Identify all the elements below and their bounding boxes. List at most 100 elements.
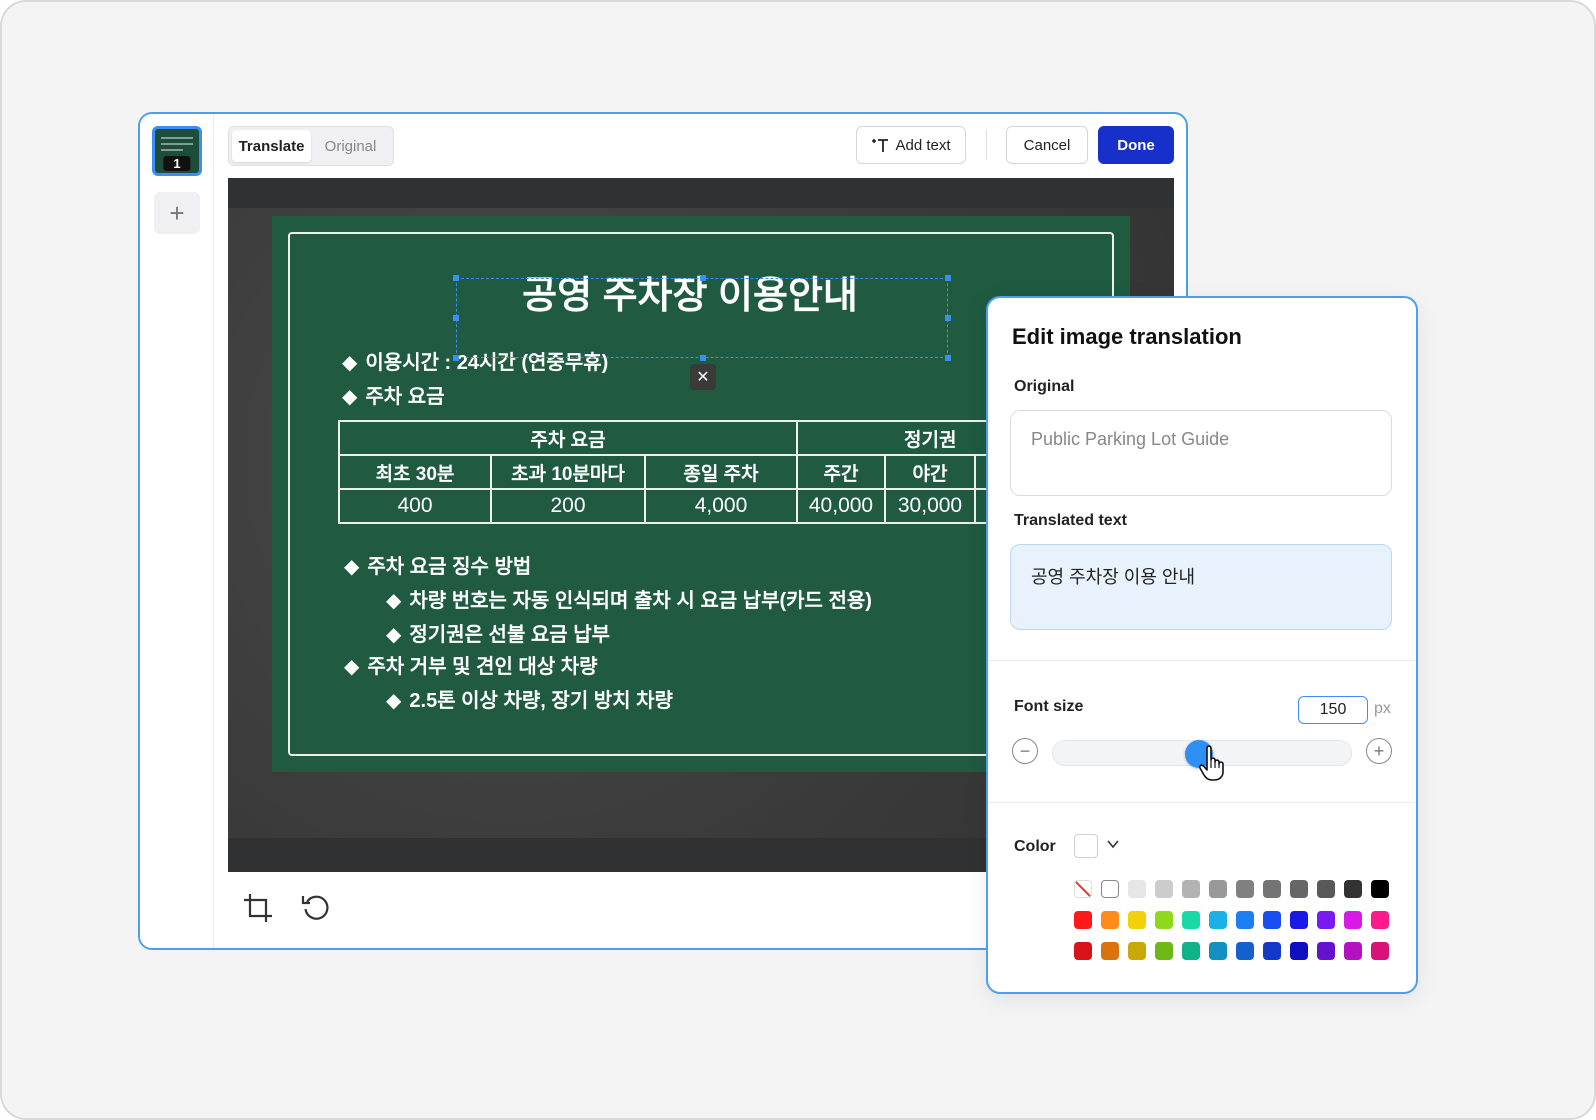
hand-cursor-icon [1198, 745, 1224, 781]
resize-handle[interactable] [700, 355, 706, 361]
original-label: Original [1014, 378, 1075, 395]
chevron-down-icon[interactable] [1106, 838, 1120, 850]
image-tools [240, 890, 334, 926]
resize-handle[interactable] [453, 315, 459, 321]
rotate-button[interactable] [298, 890, 334, 926]
font-size-unit: px [1374, 700, 1391, 717]
sign-method-item: 차량 번호는 자동 인식되며 출차 시 요금 납부(카드 전용) [409, 590, 872, 612]
original-text-field[interactable]: Public Parking Lot Guide [1010, 410, 1392, 496]
color-swatch[interactable] [1317, 880, 1335, 898]
text-selection-box[interactable] [453, 275, 951, 361]
remove-text-button[interactable]: ✕ [690, 364, 716, 390]
color-swatch[interactable] [1155, 911, 1173, 929]
decrease-font-button[interactable]: − [1012, 738, 1038, 764]
add-text-label: Add text [895, 136, 951, 154]
rotate-icon [301, 895, 329, 920]
color-swatch[interactable] [1209, 880, 1227, 898]
done-button[interactable]: Done [1098, 126, 1174, 164]
color-swatch[interactable] [1371, 880, 1389, 898]
color-swatch[interactable] [1182, 942, 1200, 960]
color-swatch[interactable] [1344, 880, 1362, 898]
add-text-button[interactable]: Add text [856, 126, 966, 164]
table-cell: 40,000 [796, 488, 886, 524]
resize-handle[interactable] [945, 275, 951, 281]
color-swatch[interactable] [1263, 911, 1281, 929]
color-swatch[interactable] [1074, 942, 1092, 960]
resize-handle[interactable] [453, 275, 459, 281]
color-swatch[interactable] [1128, 880, 1146, 898]
color-swatch[interactable] [1101, 880, 1119, 898]
font-size-label: Font size [1014, 698, 1084, 715]
sign-method-heading-line: ◆ 주차 요금 징수 방법 [344, 550, 531, 579]
color-swatch[interactable] [1290, 911, 1308, 929]
table-cell: 200 [490, 488, 646, 524]
color-swatch[interactable] [1344, 942, 1362, 960]
color-swatch[interactable] [1074, 911, 1092, 929]
color-swatch[interactable] [1236, 880, 1254, 898]
table-header: 최초 30분 [338, 454, 492, 490]
color-swatch[interactable] [1236, 942, 1254, 960]
color-swatch[interactable] [1101, 942, 1119, 960]
divider [988, 802, 1416, 803]
color-swatch[interactable] [1263, 880, 1281, 898]
color-swatch[interactable] [1101, 911, 1119, 929]
color-swatch[interactable] [1155, 880, 1173, 898]
no-color-swatch[interactable] [1074, 880, 1092, 898]
current-color-swatch[interactable] [1074, 834, 1098, 858]
resize-handle[interactable] [700, 275, 706, 281]
diamond-bullet-icon: ◆ [386, 624, 402, 646]
resize-handle[interactable] [453, 355, 459, 361]
diamond-bullet-icon: ◆ [386, 590, 402, 612]
color-swatch[interactable] [1236, 911, 1254, 929]
diamond-bullet-icon: ◆ [342, 386, 358, 408]
sign-refuse-item: 2.5톤 이상 차량, 장기 방치 차량 [409, 690, 673, 712]
minus-icon: − [1019, 741, 1031, 761]
sign-refuse-item-line: ◆ 2.5톤 이상 차량, 장기 방치 차량 [386, 684, 673, 713]
color-swatch[interactable] [1155, 942, 1173, 960]
color-swatch[interactable] [1263, 942, 1281, 960]
table-cell: 30,000 [884, 488, 976, 524]
color-swatch[interactable] [1371, 942, 1389, 960]
mode-toggle: Translate Original [228, 126, 394, 166]
fee-table: 주차 요금 정기권 최초 30분 초과 10분마다 종일 주차 주간 야간 40… [338, 420, 1098, 524]
diamond-bullet-icon: ◆ [342, 352, 358, 374]
divider [988, 660, 1416, 661]
color-swatch[interactable] [1371, 911, 1389, 929]
tab-translate[interactable]: Translate [232, 130, 311, 162]
diamond-bullet-icon: ◆ [344, 556, 360, 578]
increase-font-button[interactable]: + [1366, 738, 1392, 764]
add-page-button[interactable]: + [154, 192, 200, 234]
toolbar-divider [986, 130, 987, 160]
edit-translation-panel: Edit image translation Original Public P… [986, 296, 1418, 994]
table-group-fee: 주차 요금 [338, 420, 798, 456]
table-header: 주간 [796, 454, 886, 490]
color-swatch[interactable] [1317, 911, 1335, 929]
color-swatch[interactable] [1128, 911, 1146, 929]
translated-text-field[interactable]: 공영 주차장 이용 안내 [1010, 544, 1392, 630]
resize-handle[interactable] [945, 355, 951, 361]
resize-handle[interactable] [945, 315, 951, 321]
color-swatch[interactable] [1344, 911, 1362, 929]
color-swatch[interactable] [1290, 880, 1308, 898]
color-swatch[interactable] [1317, 942, 1335, 960]
table-cell: 4,000 [644, 488, 798, 524]
cancel-button[interactable]: Cancel [1006, 126, 1088, 164]
table-cell: 400 [338, 488, 492, 524]
sign-method-item-line: ◆ 차량 번호는 자동 인식되며 출차 시 요금 납부(카드 전용) [386, 584, 872, 613]
page-thumbnail-1[interactable]: 1 [152, 126, 202, 176]
sign-method-item-line: ◆ 정기권은 선불 요금 납부 [386, 618, 610, 647]
color-swatch[interactable] [1209, 942, 1227, 960]
page-rail: 1 + [140, 114, 214, 948]
color-swatch[interactable] [1128, 942, 1146, 960]
table-header: 초과 10분마다 [490, 454, 646, 490]
crop-button[interactable] [240, 890, 276, 926]
tab-original[interactable]: Original [311, 130, 390, 162]
table-header: 야간 [884, 454, 976, 490]
color-swatch[interactable] [1182, 911, 1200, 929]
font-size-input[interactable]: 150 [1298, 696, 1368, 724]
color-swatch[interactable] [1182, 880, 1200, 898]
color-swatch[interactable] [1290, 942, 1308, 960]
color-swatch[interactable] [1209, 911, 1227, 929]
sign-refuse-heading: 주차 거부 및 견인 대상 차량 [367, 656, 598, 678]
color-palette [1074, 880, 1389, 960]
